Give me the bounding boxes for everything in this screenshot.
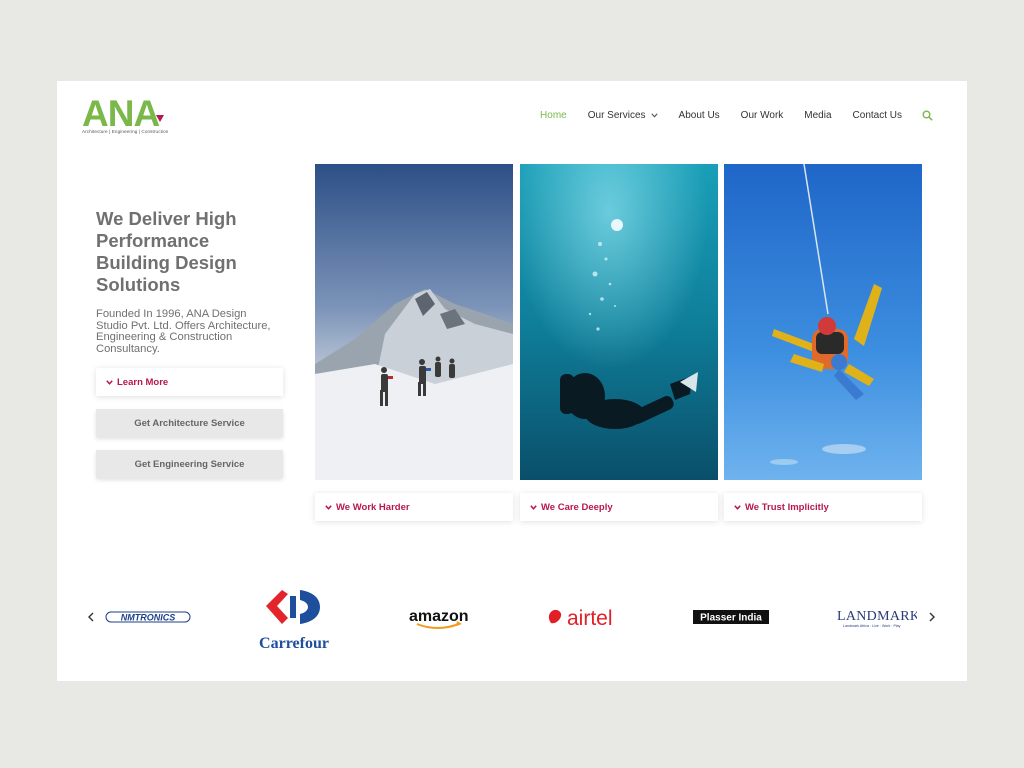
nav-media[interactable]: Media [804, 110, 831, 121]
nav-media-label: Media [804, 109, 832, 121]
main-nav: Home Our Services About Us Our Work Medi… [540, 108, 933, 122]
client-logo-landmark[interactable]: LANDMARK Landmark Africa · Live · Work ·… [837, 606, 920, 635]
chevron-down-icon [106, 379, 113, 385]
nav-our-work[interactable]: Our Work [741, 110, 784, 121]
nav-our-services[interactable]: Our Services [588, 110, 658, 121]
ana-logo[interactable]: ANA Architecture | Engineering | Constru… [82, 95, 182, 139]
nmtronics-text: NMTRONICS [121, 613, 176, 623]
learn-more-button[interactable]: Learn More [96, 368, 283, 396]
caption-we-care-deeply[interactable]: We Care Deeply [520, 493, 718, 521]
client-logo-plasser-india[interactable]: Plasser India [693, 610, 769, 629]
client-logo-nmtronics[interactable]: NMTRONICS [105, 610, 191, 629]
plasser-text: Plasser India [700, 613, 762, 624]
hero-title: We Deliver High Performance Building Des… [96, 208, 237, 295]
carousel-prev-arrow[interactable] [84, 609, 98, 625]
get-engineering-service-button[interactable]: Get Engineering Service [96, 450, 283, 478]
caption-label: We Work Harder [336, 501, 410, 513]
carrefour-text: Carrefour [259, 635, 329, 652]
amazon-text: amazon [409, 608, 469, 625]
airtel-text: airtel [567, 607, 613, 630]
page-container: ANA Architecture | Engineering | Constru… [57, 81, 967, 681]
scuba-diver-image [520, 164, 718, 480]
nav-home[interactable]: Home [540, 110, 567, 121]
logo-text: ANA [82, 95, 159, 129]
nav-our-work-label: Our Work [740, 109, 784, 121]
chevron-down-icon [530, 504, 537, 510]
nav-about-us[interactable]: About Us [679, 110, 720, 121]
ana-logo-mark: ANA [82, 95, 164, 129]
skydivers-image [724, 164, 922, 480]
mountaineers-image [315, 164, 513, 480]
chevron-down-icon [650, 110, 658, 121]
chevron-left-icon [88, 612, 94, 622]
client-logo-amazon[interactable]: amazon [409, 606, 471, 635]
landmark-tagline: Landmark Africa · Live · Work · Play [843, 624, 901, 628]
client-logo-carrefour[interactable]: Carrefour [252, 586, 336, 657]
hero-description: Founded In 1996, ANA Design Studio Pvt. … [96, 308, 271, 355]
logo-tagline: Architecture | Engineering | Constructio… [82, 129, 169, 134]
get-architecture-service-button[interactable]: Get Architecture Service [96, 409, 283, 437]
caption-we-work-harder[interactable]: We Work Harder [315, 493, 513, 521]
nav-home-label: Home [540, 109, 567, 121]
nav-our-services-label: Our Services [587, 109, 646, 121]
landmark-text: LANDMARK [837, 609, 917, 624]
caption-label: We Trust Implicitly [745, 501, 829, 513]
client-logo-airtel[interactable]: airtel [545, 605, 627, 636]
chevron-down-icon [734, 504, 741, 510]
chevron-down-icon [325, 504, 332, 510]
carousel-next-arrow[interactable] [925, 609, 939, 625]
nav-contact-us-label: Contact Us [852, 109, 902, 121]
search-icon[interactable] [922, 110, 933, 121]
nav-about-us-label: About Us [678, 109, 720, 121]
chevron-right-icon [929, 612, 935, 622]
caption-we-trust-implicitly[interactable]: We Trust Implicitly [724, 493, 922, 521]
nav-contact-us[interactable]: Contact Us [853, 110, 902, 121]
learn-more-label: Learn More [117, 376, 169, 388]
caption-label: We Care Deeply [541, 501, 613, 513]
